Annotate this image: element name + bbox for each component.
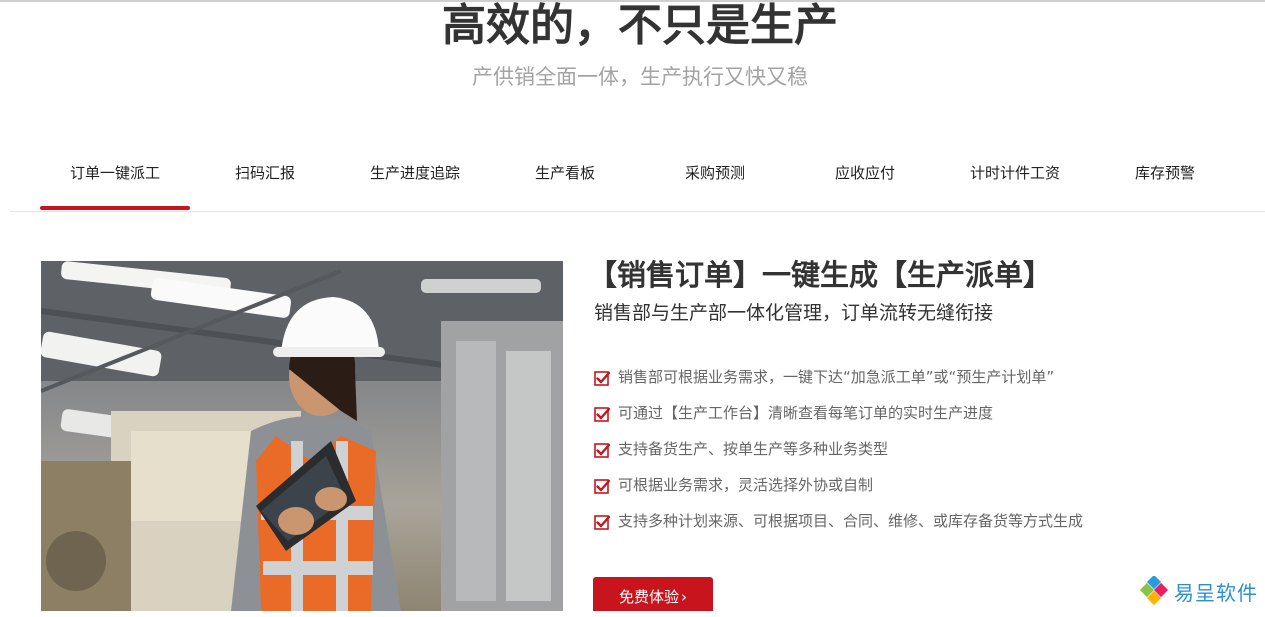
checkbox-check-icon <box>594 443 610 458</box>
tab-scan-report[interactable]: 扫码汇报 <box>190 150 340 198</box>
list-item: 支持备货生产、按单生产等多种业务类型 <box>594 431 1214 467</box>
free-trial-button[interactable]: 免费体验 › <box>593 577 713 611</box>
factory-worker-illustration <box>41 261 563 611</box>
checkbox-check-icon <box>594 479 610 494</box>
feature-subtitle: 销售部与生产部一体化管理，订单流转无缝衔接 <box>594 302 994 324</box>
tab-piecework-wages[interactable]: 计时计件工资 <box>940 150 1090 198</box>
worker-photo <box>41 261 563 611</box>
feature-tabs: 订单一键派工 扫码汇报 生产进度追踪 生产看板 采购预测 应收应付 计时计件工资… <box>10 150 1265 212</box>
checkbox-check-icon <box>594 407 610 422</box>
tab-order-dispatch[interactable]: 订单一键派工 <box>40 150 190 210</box>
list-item: 可根据业务需求，灵活选择外协或自制 <box>594 467 1214 503</box>
checkbox-check-icon <box>594 515 610 530</box>
feature-text: 支持多种计划来源、可根据项目、合同、维修、或库存备货等方式生成 <box>618 512 1084 530</box>
checkbox-check-icon <box>594 371 610 386</box>
brand-name: 易呈软件 <box>1174 580 1258 605</box>
list-item: 支持多种计划来源、可根据项目、合同、维修、或库存备货等方式生成 <box>594 503 1214 539</box>
tab-production-board[interactable]: 生产看板 <box>490 150 640 198</box>
page-subtitle: 产供销全面一体，生产执行又快又稳 <box>472 65 808 89</box>
list-item: 销售部可根据业务需求，一键下达“加急派工单”或“预生产计划单” <box>594 359 1214 395</box>
feature-text: 可通过【生产工作台】清晰查看每笔订单的实时生产进度 <box>618 404 994 422</box>
list-item: 可通过【生产工作台】清晰查看每笔订单的实时生产进度 <box>594 395 1214 431</box>
tab-progress-tracking[interactable]: 生产进度追踪 <box>340 150 490 198</box>
page-title: 高效的，不只是生产 <box>442 0 838 51</box>
feature-text: 销售部可根据业务需求，一键下达“加急派工单”或“预生产计划单” <box>618 368 1055 386</box>
chevron-right-icon: › <box>681 588 687 606</box>
brand-logo[interactable]: 易呈软件 <box>1140 575 1258 607</box>
feature-detail: 【销售订单】一键生成【生产派单】 销售部与生产部一体化管理，订单流转无缝衔接 销… <box>588 255 1214 539</box>
feature-text: 支持备货生产、按单生产等多种业务类型 <box>618 440 889 458</box>
tab-purchase-forecast[interactable]: 采购预测 <box>640 150 790 198</box>
diamond-logo-icon <box>1140 576 1169 606</box>
free-trial-label: 免费体验 <box>618 588 679 606</box>
tab-inventory-alert[interactable]: 库存预警 <box>1090 150 1240 198</box>
tab-receivables-payables[interactable]: 应收应付 <box>790 150 940 198</box>
feature-list: 销售部可根据业务需求，一键下达“加急派工单”或“预生产计划单” 可通过【生产工作… <box>594 359 1214 539</box>
feature-title: 【销售订单】一键生成【生产派单】 <box>588 258 1053 292</box>
feature-text: 可根据业务需求，灵活选择外协或自制 <box>618 476 874 494</box>
